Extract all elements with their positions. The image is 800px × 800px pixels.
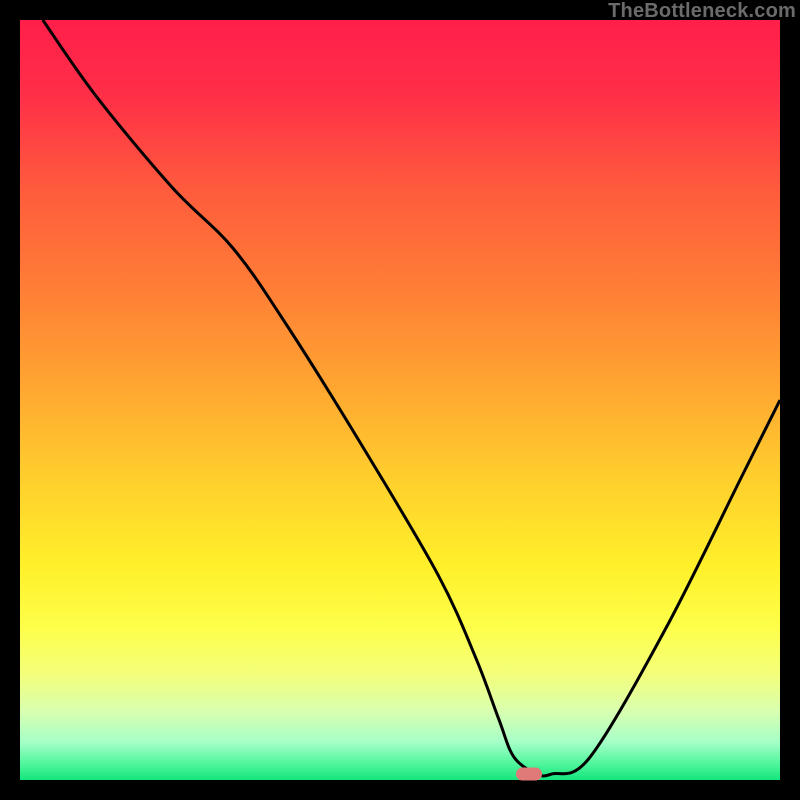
bottleneck-curve (43, 20, 780, 776)
curve-layer (20, 20, 780, 780)
optimal-marker (516, 767, 542, 780)
chart-container: TheBottleneck.com (0, 0, 800, 800)
plot-area (20, 20, 780, 780)
